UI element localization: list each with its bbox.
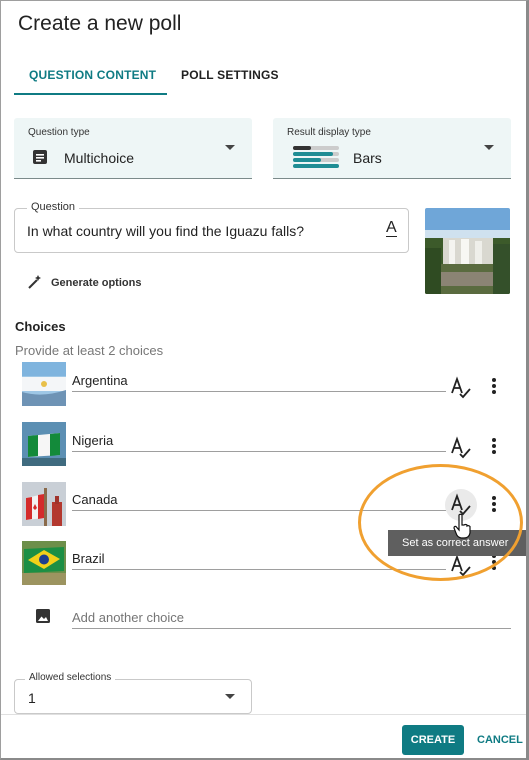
choice-image-brazil[interactable]	[22, 541, 66, 585]
question-image[interactable]	[425, 208, 510, 294]
bars-icon	[291, 145, 341, 174]
footer-divider	[1, 714, 526, 715]
tab-poll-settings[interactable]: POLL SETTINGS	[181, 59, 279, 95]
highlight-ring	[358, 464, 523, 581]
choice-underline	[72, 451, 446, 452]
hand-cursor-icon	[453, 513, 473, 544]
choice-input[interactable]: Brazil	[72, 551, 105, 566]
generate-options-button[interactable]: Generate options	[27, 273, 157, 293]
create-poll-dialog: Create a new poll QUESTION CONTENT POLL …	[0, 0, 529, 760]
question-input[interactable]: In what country will you find the Iguazu…	[27, 223, 304, 239]
tab-question-content[interactable]: QUESTION CONTENT	[14, 59, 167, 95]
choice-input[interactable]: Argentina	[72, 373, 128, 388]
set-correct-answer-icon[interactable]	[449, 376, 473, 400]
choice-input[interactable]: Nigeria	[72, 433, 113, 448]
chevron-down-icon	[484, 145, 494, 150]
create-button[interactable]: CREATE	[402, 725, 464, 755]
question-type-select[interactable]: Question type Multichoice	[14, 118, 252, 179]
choice-image-argentina[interactable]	[22, 362, 66, 406]
allowed-selections-select[interactable]: Allowed selections 1	[14, 672, 252, 714]
chevron-down-icon	[225, 694, 235, 699]
result-display-value: Bars	[353, 150, 382, 166]
add-choice-input[interactable]	[72, 607, 511, 629]
choice-image-canada[interactable]	[22, 482, 66, 526]
generate-options-label: Generate options	[51, 277, 142, 289]
result-display-select[interactable]: Result display type Bars	[273, 118, 511, 179]
choice-underline	[72, 391, 446, 392]
result-display-label: Result display type	[287, 127, 371, 138]
allowed-selections-value: 1	[28, 690, 36, 706]
question-type-label: Question type	[28, 127, 90, 138]
choice-input[interactable]: Canada	[72, 492, 118, 507]
magic-wand-icon	[27, 274, 43, 295]
image-icon[interactable]	[35, 608, 51, 629]
set-correct-answer-icon[interactable]	[449, 436, 473, 460]
text-format-icon[interactable]: A	[386, 220, 397, 237]
question-type-value: Multichoice	[64, 150, 135, 166]
choice-image-nigeria[interactable]	[22, 422, 66, 466]
cancel-button[interactable]: CANCEL	[477, 734, 523, 746]
more-options-icon[interactable]	[487, 377, 501, 397]
more-options-icon[interactable]	[487, 437, 501, 457]
list-doc-icon	[32, 149, 48, 170]
question-field[interactable]: Question In what country will you find t…	[14, 201, 409, 253]
dialog-title: Create a new poll	[18, 12, 182, 35]
choices-hint: Provide at least 2 choices	[15, 343, 164, 358]
allowed-selections-label: Allowed selections	[25, 672, 116, 683]
question-label: Question	[27, 201, 80, 213]
chevron-down-icon	[225, 145, 235, 150]
tab-bar: QUESTION CONTENT POLL SETTINGS	[14, 59, 514, 95]
choices-heading: Choices	[15, 319, 66, 334]
